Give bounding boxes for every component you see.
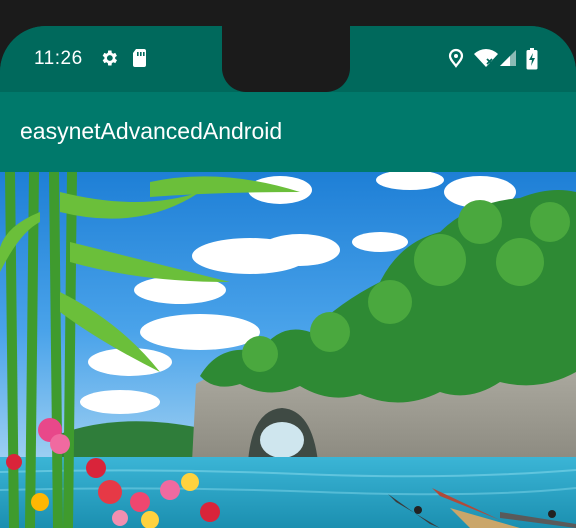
content-area bbox=[0, 172, 576, 528]
wifi-icon bbox=[474, 48, 498, 68]
status-clock: 11:26 bbox=[34, 48, 83, 69]
camera-notch bbox=[222, 26, 350, 92]
battery-icon bbox=[526, 48, 538, 70]
settings-icon bbox=[99, 48, 119, 68]
landscape-photo bbox=[0, 172, 576, 528]
device-frame: 11:26 easynetAdvancedAndroid bbox=[0, 26, 576, 528]
app-title: easynetAdvancedAndroid bbox=[20, 118, 283, 144]
sim-card-icon bbox=[131, 48, 149, 68]
signal-icon bbox=[498, 48, 518, 68]
location-icon bbox=[448, 48, 464, 68]
status-bar: 11:26 bbox=[0, 26, 576, 92]
app-bar: easynetAdvancedAndroid bbox=[0, 92, 576, 172]
